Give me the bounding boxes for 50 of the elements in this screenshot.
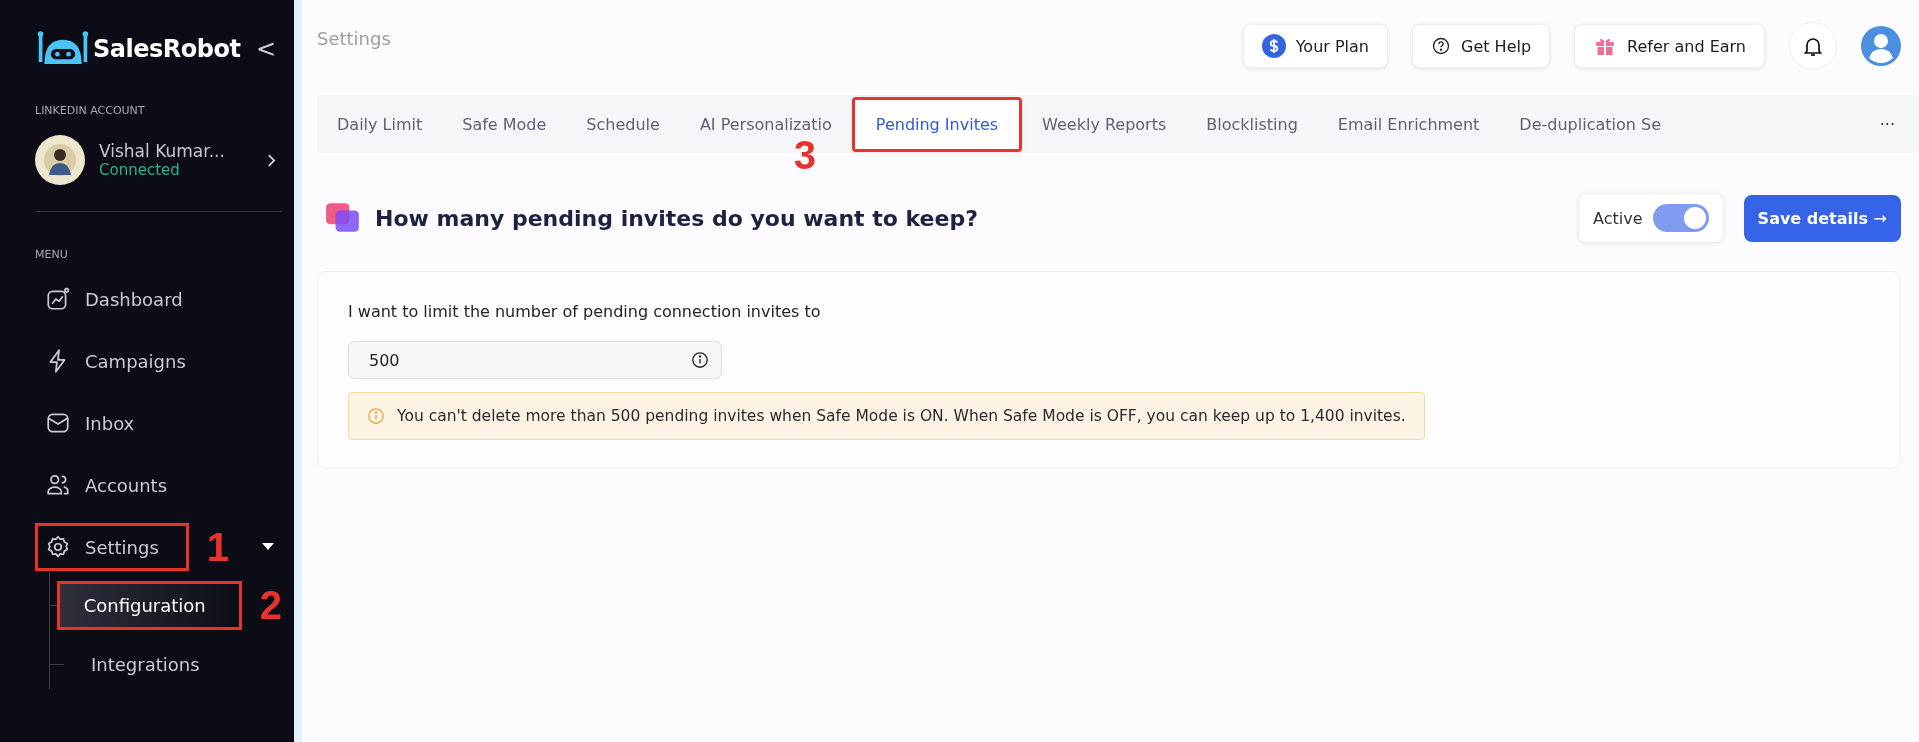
- dollar-icon: [1261, 34, 1286, 58]
- brand-name: SalesRobot: [93, 35, 241, 63]
- settings-icon: [45, 534, 71, 560]
- callout-number: 2: [259, 583, 282, 628]
- header-button[interactable]: Refer and Earn: [1574, 24, 1765, 68]
- chevron-right-icon: [267, 152, 276, 168]
- section-heading: LINKEDIN ACCOUNT: [35, 104, 146, 117]
- toggle-label: Active: [1593, 208, 1643, 228]
- notice-text: You can't delete more than 500 pending invites when Safe Mode is ON. When Safe Mode is OFF, you can keep up to 1,400 invites.: [397, 407, 1406, 425]
- section-heading: MENU: [35, 248, 69, 261]
- info-icon: [367, 407, 385, 425]
- nav-item[interactable]: Dashboard: [35, 275, 193, 323]
- callout-number: 3: [793, 132, 817, 178]
- tab[interactable]: Safe Mode: [442, 102, 567, 146]
- layers-icon: [325, 202, 361, 234]
- users-icon: [45, 472, 71, 498]
- account-switcher[interactable]: Vishal Kumar... Connected: [35, 135, 282, 185]
- toggle-switch[interactable]: [1652, 204, 1709, 232]
- input-field[interactable]: 500: [348, 341, 722, 379]
- submenu-item[interactable]: Configuration: [56, 581, 242, 630]
- submenu-item[interactable]: Integrations: [64, 640, 236, 689]
- save-button[interactable]: Save details →: [1743, 194, 1901, 242]
- tab[interactable]: Blocklisting: [1186, 102, 1318, 146]
- chart-icon: [45, 286, 71, 312]
- tab[interactable]: Daily Limit: [317, 102, 443, 146]
- tab[interactable]: Pending Invites: [851, 96, 1023, 152]
- notifications-button[interactable]: [1789, 22, 1837, 70]
- mail-icon: [45, 410, 71, 436]
- nav-item[interactable]: Accounts: [35, 461, 178, 509]
- tab[interactable]: Schedule: [566, 102, 680, 146]
- callout-number: 1: [206, 524, 230, 570]
- nav-item[interactable]: Inbox: [35, 399, 145, 447]
- tab[interactable]: Email Enrichment: [1317, 102, 1500, 146]
- header-button[interactable]: Your Plan: [1242, 24, 1388, 68]
- page-title: Settings: [317, 28, 391, 49]
- nav-item[interactable]: Campaigns: [35, 337, 196, 385]
- tab[interactable]: De-duplication Se: [1499, 102, 1681, 146]
- field-label: I want to limit the number of pending connection invites to: [348, 302, 821, 321]
- more-tabs-button[interactable]: ···: [1873, 113, 1901, 135]
- tab[interactable]: Weekly Reports: [1022, 102, 1187, 146]
- nav-item[interactable]: Settings: [35, 523, 189, 571]
- help-icon: [1431, 36, 1451, 56]
- connection-status: Connected: [99, 161, 181, 179]
- info-icon: [691, 351, 709, 369]
- header-button[interactable]: Get Help: [1412, 24, 1551, 68]
- collapse-button[interactable]: <: [249, 35, 282, 63]
- account-name: Vishal Kumar...: [99, 141, 225, 161]
- caret-icon[interactable]: [262, 543, 274, 551]
- user-avatar-icon[interactable]: [1861, 26, 1901, 66]
- section-title: How many pending invites do you want to keep?: [375, 205, 978, 231]
